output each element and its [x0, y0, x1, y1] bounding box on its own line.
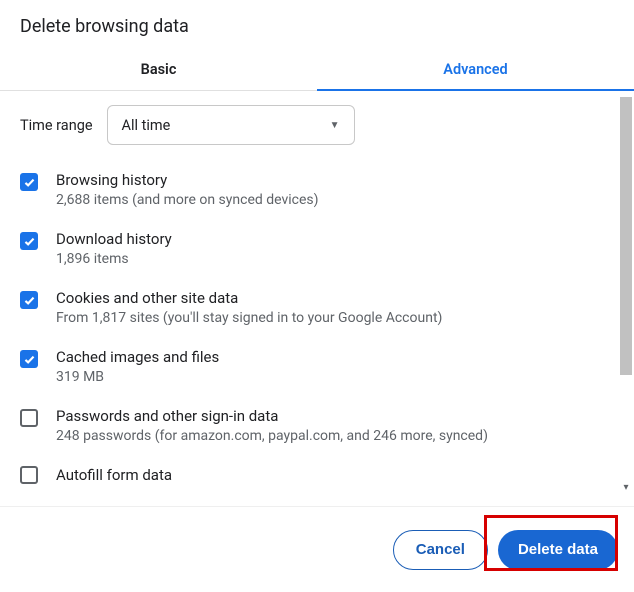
option-title: Cached images and files — [56, 348, 606, 366]
checkbox-passwords[interactable] — [20, 409, 38, 427]
delete-data-button[interactable]: Delete data — [498, 530, 618, 570]
option-title: Download history — [56, 230, 606, 248]
time-range-value: All time — [122, 117, 171, 134]
option-subtitle: From 1,817 sites (you'll stay signed in … — [56, 310, 606, 326]
option-passwords: Passwords and other sign-in data 248 pas… — [20, 407, 606, 444]
time-range-label: Time range — [20, 117, 93, 134]
option-download-history: Download history 1,896 items — [20, 230, 606, 267]
scrollbar-down-arrow-icon[interactable]: ▾ — [621, 483, 631, 493]
option-title: Cookies and other site data — [56, 289, 606, 307]
option-subtitle: 248 passwords (for amazon.com, paypal.co… — [56, 428, 606, 444]
option-title: Autofill form data — [56, 466, 606, 484]
cancel-button[interactable]: Cancel — [393, 530, 488, 570]
tab-advanced[interactable]: Advanced — [317, 51, 634, 90]
option-autofill: Autofill form data — [20, 466, 606, 487]
option-browsing-history: Browsing history 2,688 items (and more o… — [20, 171, 606, 208]
checkbox-browsing-history[interactable] — [20, 173, 38, 191]
option-subtitle: 1,896 items — [56, 251, 606, 267]
option-cookies: Cookies and other site data From 1,817 s… — [20, 289, 606, 326]
checkbox-download-history[interactable] — [20, 232, 38, 250]
chevron-down-icon: ▼ — [330, 120, 340, 131]
tab-basic[interactable]: Basic — [0, 51, 317, 90]
time-range-select[interactable]: All time ▼ — [107, 105, 355, 145]
content-scroll-area: Time range All time ▼ Browsing history 2… — [0, 91, 634, 493]
option-subtitle: 2,688 items (and more on synced devices) — [56, 192, 606, 208]
time-range-row: Time range All time ▼ — [20, 105, 606, 145]
option-title: Passwords and other sign-in data — [56, 407, 606, 425]
dialog-footer: Cancel Delete data — [0, 506, 634, 592]
option-subtitle: 319 MB — [56, 369, 606, 385]
checkbox-cache[interactable] — [20, 350, 38, 368]
option-cache: Cached images and files 319 MB — [20, 348, 606, 385]
dialog-title: Delete browsing data — [0, 0, 634, 51]
option-title: Browsing history — [56, 171, 606, 189]
checkbox-autofill[interactable] — [20, 466, 38, 484]
checkbox-cookies[interactable] — [20, 291, 38, 309]
scrollbar-thumb[interactable] — [620, 97, 632, 375]
tabs: Basic Advanced — [0, 51, 634, 91]
